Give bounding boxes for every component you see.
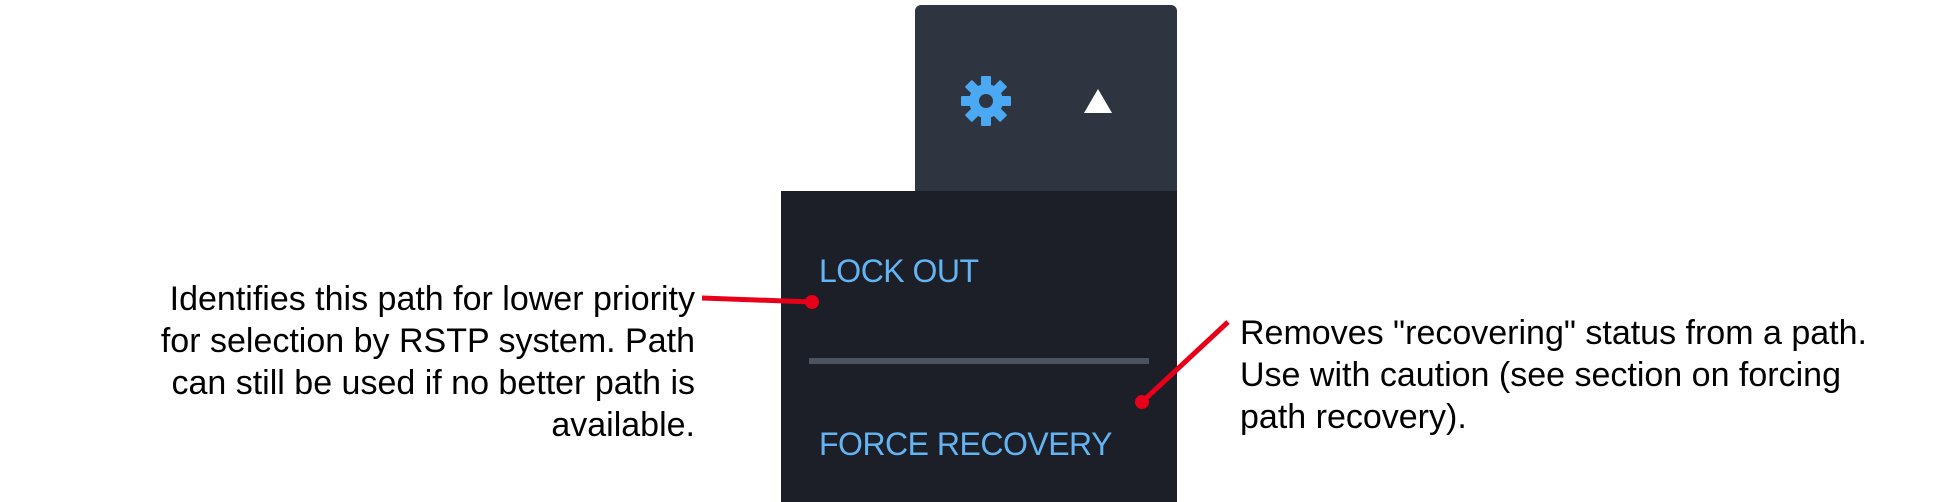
annotation-line: Removes "recovering" status from a path. — [1240, 314, 1867, 352]
annotation-line: Use with caution (see section on forcing — [1240, 356, 1841, 394]
settings-button[interactable] — [955, 70, 1017, 132]
annotation-line: available. — [551, 406, 695, 444]
lock-out-annotation: Identifies this path for lower priority … — [161, 278, 695, 446]
menu-item-force-recovery[interactable]: FORCE RECOVERY — [819, 426, 1112, 463]
triangle-up-icon — [1084, 89, 1112, 113]
menu-divider — [809, 358, 1149, 364]
gear-icon — [961, 76, 1011, 126]
annotation-line: for selection by RSTP system. Path — [160, 322, 695, 360]
annotation-line: path recovery). — [1240, 398, 1467, 436]
force-recovery-annotation: Removes "recovering" status from a path.… — [1240, 312, 1867, 438]
menu-item-lock-out[interactable]: LOCK OUT — [819, 253, 979, 290]
collapse-toggle-button[interactable] — [1070, 76, 1126, 126]
annotation-line: can still be used if no better path is — [171, 364, 695, 402]
actions-menu: LOCK OUT FORCE RECOVERY — [781, 191, 1177, 502]
annotation-line: Identifies this path for lower priority — [169, 280, 695, 318]
